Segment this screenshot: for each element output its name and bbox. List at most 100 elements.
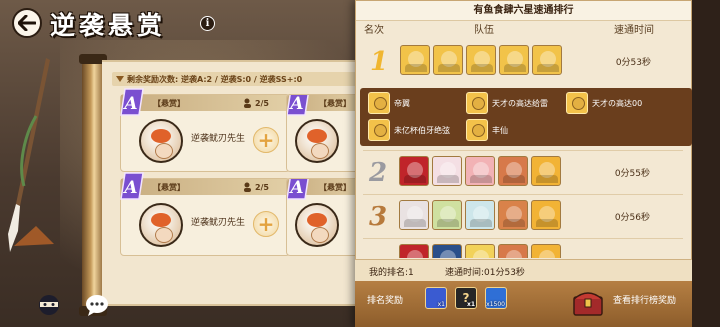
team-member: 丰仙 [466, 119, 508, 141]
row-divider [363, 150, 683, 151]
shikigami-avatar [465, 200, 495, 230]
rank-number: 3 [368, 202, 388, 232]
member-name: 天才の高达00 [592, 98, 643, 108]
shikigami-avatar [532, 45, 562, 75]
add-team-button[interactable]: + [253, 127, 279, 153]
ranking-row[interactable]: 2 0分55秒 [361, 154, 688, 190]
bounty-card[interactable]: 【悬赏】 A [286, 94, 366, 172]
boss-portrait [295, 203, 339, 247]
reward-item-mystery-icon[interactable]: ? x1 [455, 287, 477, 309]
boss-name: 逆袭鱿刃先生 [191, 134, 246, 144]
team-lineup [400, 45, 562, 75]
team-member: 天才の高达给雷 [466, 92, 548, 114]
back-arrow-icon [18, 15, 36, 31]
screen-edge [692, 0, 720, 327]
bounty-card[interactable]: 【悬赏】 2/5 A 逆袭鱿刃先生 + [120, 88, 290, 172]
grade-a-badge-icon: A [120, 88, 144, 116]
member-avatar [566, 92, 588, 114]
card-tag: 【悬赏】 [153, 182, 185, 192]
shikigami-avatar [399, 156, 429, 186]
reward-count-text: 剩余奖励次数: 逆袭A:2 / 逆袭S:0 / 逆袭SS+:0 [127, 74, 303, 84]
member-name: 未亿杯伯牙绝弦 [394, 125, 450, 135]
boss-portrait [139, 203, 183, 247]
member-avatar [466, 92, 488, 114]
reward-count-bar: 剩余奖励次数: 逆袭A:2 / 逆袭S:0 / 逆袭SS+:0 [112, 72, 357, 86]
team-icon [244, 182, 251, 192]
grade-a-badge-icon: A [287, 178, 309, 200]
member-name: 帝翼 [394, 98, 410, 108]
grade-letter: A [122, 178, 137, 198]
view-rank-rewards-link[interactable]: 查看排行榜奖励 [613, 293, 676, 306]
ranking-row[interactable]: 1 0分53秒 [362, 43, 689, 79]
shikigami-avatar [498, 244, 528, 258]
bounty-card[interactable]: 【悬赏】 2/5 A 逆袭鱿刃先生 + [120, 172, 290, 256]
reward-item-jade-icon[interactable]: x1 [425, 287, 447, 309]
card-tag: 【悬赏】 [319, 182, 351, 192]
my-clear-time: 速通时间:01分53秒 [445, 268, 525, 278]
ninja-icon[interactable] [36, 292, 62, 318]
grade-letter: A [288, 94, 303, 114]
shikigami-avatar [499, 45, 529, 75]
column-time: 速通时间 [614, 25, 654, 36]
team-icon [244, 98, 251, 108]
team-lineup [399, 156, 561, 186]
reward-item-coin-icon[interactable]: x1500 [485, 287, 507, 309]
member-avatar [466, 119, 488, 141]
grade-letter: A [288, 178, 303, 198]
rank-number: 2 [368, 158, 388, 188]
boss-portrait [295, 119, 339, 163]
add-team-button[interactable]: + [253, 211, 279, 237]
bottom-toolbar [36, 292, 110, 318]
info-icon[interactable]: i [200, 16, 215, 31]
team-members-popup: 帝翼 天才の高达给雷 天才の高达00 未亿杯伯牙绝弦 丰仙 [360, 88, 692, 146]
reward-qty: x1 [466, 301, 475, 308]
ranking-list-lower: 2 0分55秒 3 0分56秒 [355, 150, 692, 260]
back-button[interactable] [12, 8, 42, 38]
shikigami-avatar [432, 156, 462, 186]
shikigami-avatar [432, 244, 462, 258]
shikigami-avatar [531, 156, 561, 186]
grade-a-badge-icon: A [287, 94, 309, 116]
rank-number: 1 [369, 47, 389, 77]
bounty-card[interactable]: 【悬赏】 A [286, 178, 366, 256]
shikigami-avatar [432, 200, 462, 230]
member-name: 丰仙 [492, 125, 508, 135]
treasure-chest-icon[interactable] [571, 285, 605, 319]
scroll-rod [79, 54, 107, 316]
shikigami-avatar [531, 200, 561, 230]
reward-qty: x1 [437, 301, 445, 308]
card-tag: 【悬赏】 [319, 98, 351, 108]
rank-reward-label: 排名奖励 [367, 296, 404, 306]
card-count: 2/5 [254, 182, 269, 192]
my-rank-bar: 我的排名:1 速通时间:01分53秒 [355, 259, 692, 281]
boss-name: 逆袭鱿刃先生 [191, 218, 246, 228]
grade-a-badge-icon: A [120, 172, 144, 200]
team-lineup-partial [399, 244, 561, 258]
grade-letter: A [122, 94, 137, 114]
member-avatar [368, 119, 390, 141]
member-avatar [368, 92, 390, 114]
shikigami-avatar [465, 156, 495, 186]
shikigami-avatar [433, 45, 463, 75]
chat-icon[interactable] [84, 292, 110, 318]
card-count: 2/5 [254, 98, 269, 108]
reward-qty: x1500 [486, 301, 505, 308]
row-divider [363, 194, 683, 195]
column-team: 队伍 [474, 25, 494, 36]
collapse-triangle-icon[interactable] [116, 76, 124, 82]
shikigami-avatar [498, 200, 528, 230]
shikigami-avatar [465, 244, 495, 258]
card-tag: 【悬赏】 [153, 98, 185, 108]
page-title: 逆袭悬赏 [50, 11, 167, 40]
shikigami-avatar [531, 244, 561, 258]
ranking-title: 有鱼食肆六星速通排行 [356, 1, 691, 21]
shikigami-avatar [400, 45, 430, 75]
shikigami-avatar [399, 244, 429, 258]
team-lineup [399, 200, 561, 230]
my-rank: 我的排名:1 [369, 268, 414, 278]
boss-portrait [139, 119, 183, 163]
shikigami-avatar [498, 156, 528, 186]
clear-time: 0分55秒 [614, 169, 650, 179]
member-name: 天才の高达给雷 [492, 98, 548, 108]
ranking-row[interactable]: 3 0分56秒 [361, 198, 688, 234]
